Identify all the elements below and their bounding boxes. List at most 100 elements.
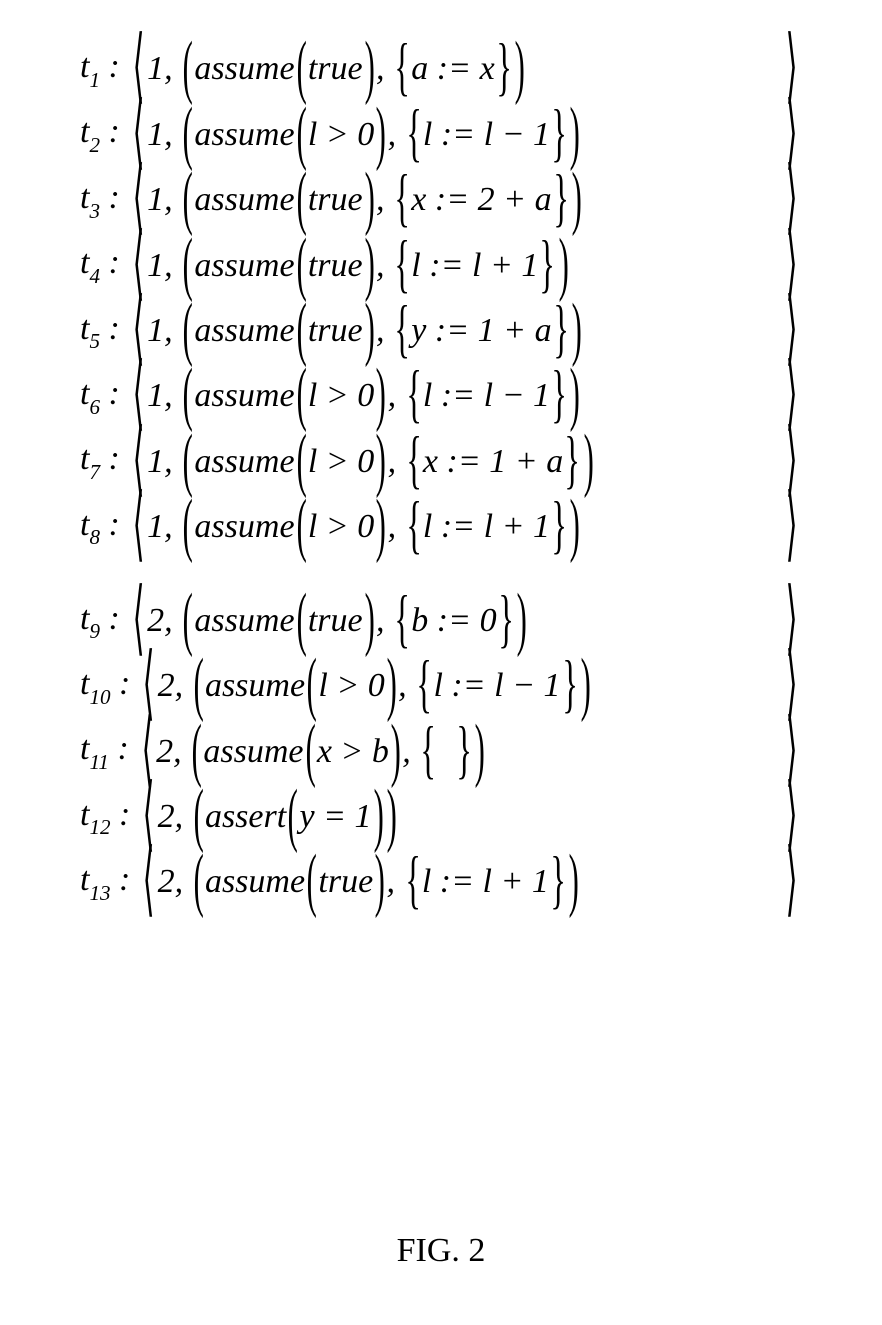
thread-id: 1 [147, 118, 164, 152]
paren-close-icon: ) [386, 781, 398, 852]
transition-group-1: t1 : ⟨ 1, ( assume ( true ) , { a := x }… [80, 50, 842, 547]
condition: y = 1 [300, 800, 372, 834]
paren-close-icon: ) [474, 716, 486, 787]
brace-open-icon: { [393, 299, 410, 364]
paren-close-icon: ) [516, 585, 528, 656]
brace-open-icon: { [420, 719, 437, 784]
transition-label: t12 : [80, 798, 130, 837]
transition-label: t1 : [80, 50, 120, 89]
action: l := l − 1 [423, 118, 550, 152]
brace-close-icon: } [550, 364, 567, 429]
condition: l > 0 [308, 379, 374, 413]
thread-id: 2 [156, 735, 173, 769]
paren-close-icon: ) [568, 847, 580, 918]
func-name: assume [194, 604, 294, 638]
func-name: assume [194, 445, 294, 479]
transition-row: t1 : ⟨ 1, ( assume ( true ) , { a := x }… [80, 50, 800, 89]
figure-page: t1 : ⟨ 1, ( assume ( true ) , { a := x }… [0, 0, 882, 1325]
action: l := l − 1 [433, 669, 560, 703]
paren-open-icon: ( [295, 491, 307, 562]
paren-close-icon: ) [557, 230, 569, 301]
brace-open-icon: { [405, 364, 422, 429]
brace-open-icon: { [404, 850, 421, 915]
thread-id: 1 [147, 249, 164, 283]
func-name: assume [203, 735, 303, 769]
thread-id: 2 [158, 800, 175, 834]
func-name: assume [194, 379, 294, 413]
transition-row: t6 : ⟨ 1, ( assume ( l > 0 ) , { l := l … [80, 377, 800, 416]
condition: true [318, 865, 373, 899]
action: l := l + 1 [423, 510, 550, 544]
thread-id: 2 [158, 865, 175, 899]
angle-close-icon: ⟩ [784, 842, 800, 924]
paren-close-icon: ) [569, 491, 581, 562]
thread-id: 1 [147, 379, 164, 413]
condition: true [308, 183, 363, 217]
action: l := l + 1 [411, 249, 538, 283]
angle-open-icon: ⟨ [141, 842, 157, 924]
condition: true [308, 604, 363, 638]
brace-close-icon: } [564, 429, 581, 494]
brace-open-icon: { [393, 233, 410, 298]
brace-close-icon: } [561, 654, 578, 719]
action: x := 2 + a [411, 183, 551, 217]
transition-row: t4 : ⟨ 1, ( assume ( true ) , { l := l +… [80, 246, 800, 285]
action: a := x [411, 52, 494, 86]
func-name: assume [194, 249, 294, 283]
brace-open-icon: { [393, 168, 410, 233]
func-name: assume [194, 510, 294, 544]
paren-close-icon: ) [375, 99, 387, 170]
action: x := 1 + a [423, 445, 563, 479]
transition-label: t7 : [80, 442, 120, 481]
func-name: assert [205, 800, 286, 834]
paren-close-icon: ) [363, 585, 375, 656]
transition-row: t3 : ⟨ 1, ( assume ( true ) , { x := 2 +… [80, 181, 800, 220]
func-name: assume [205, 669, 305, 703]
brace-open-icon: { [405, 495, 422, 560]
transition-label: t3 : [80, 181, 120, 220]
transition-row: t10 : ⟨ 2, ( assume ( l > 0 ) , { l := l… [80, 667, 800, 706]
transition-label: t9 : [80, 602, 120, 641]
transition-row: t5 : ⟨ 1, ( assume ( true ) , { y := 1 +… [80, 312, 800, 351]
thread-id: 2 [158, 669, 175, 703]
paren-close-icon: ) [580, 651, 592, 722]
paren-close-icon: ) [571, 164, 583, 235]
thread-id: 1 [147, 52, 164, 86]
brace-close-icon: } [552, 168, 569, 233]
brace-close-icon: } [550, 495, 567, 560]
condition: l > 0 [308, 510, 374, 544]
condition: true [308, 314, 363, 348]
paren-close-icon: ) [363, 295, 375, 366]
transition-label: t10 : [80, 667, 130, 706]
transition-label: t4 : [80, 246, 120, 285]
brace-open-icon: { [393, 589, 410, 654]
action: b := 0 [411, 604, 496, 638]
transition-row: t13 : ⟨ 2, ( assume ( true ) , { l := l … [80, 863, 800, 902]
transition-label: t8 : [80, 508, 120, 547]
paren-close-icon: ) [374, 847, 386, 918]
brace-open-icon: { [405, 429, 422, 494]
func-name: assume [194, 118, 294, 152]
thread-id: 2 [147, 604, 164, 638]
thread-id: 1 [147, 183, 164, 217]
condition: l > 0 [318, 669, 384, 703]
paren-close-icon: ) [582, 426, 594, 497]
paren-close-icon: ) [375, 491, 387, 562]
paren-open-icon: ( [287, 781, 299, 852]
condition: l > 0 [308, 118, 374, 152]
action: y := 1 + a [411, 314, 551, 348]
transition-row: t8 : ⟨ 1, ( assume ( l > 0 ) , { l := l … [80, 508, 800, 547]
thread-id: 1 [147, 445, 164, 479]
brace-close-icon: } [550, 103, 567, 168]
brace-close-icon: } [497, 589, 514, 654]
paren-open-icon: ( [295, 585, 307, 656]
transition-label: t13 : [80, 863, 130, 902]
transition-label: t5 : [80, 312, 120, 351]
paren-open-icon: ( [306, 847, 318, 918]
func-name: assume [194, 314, 294, 348]
brace-open-icon: { [416, 654, 433, 719]
transition-label: t6 : [80, 377, 120, 416]
action: l := l + 1 [422, 865, 549, 899]
func-name: assume [205, 865, 305, 899]
transition-row: t9 : ⟨ 2, ( assume ( true ) , { b := 0 }… [80, 602, 800, 641]
